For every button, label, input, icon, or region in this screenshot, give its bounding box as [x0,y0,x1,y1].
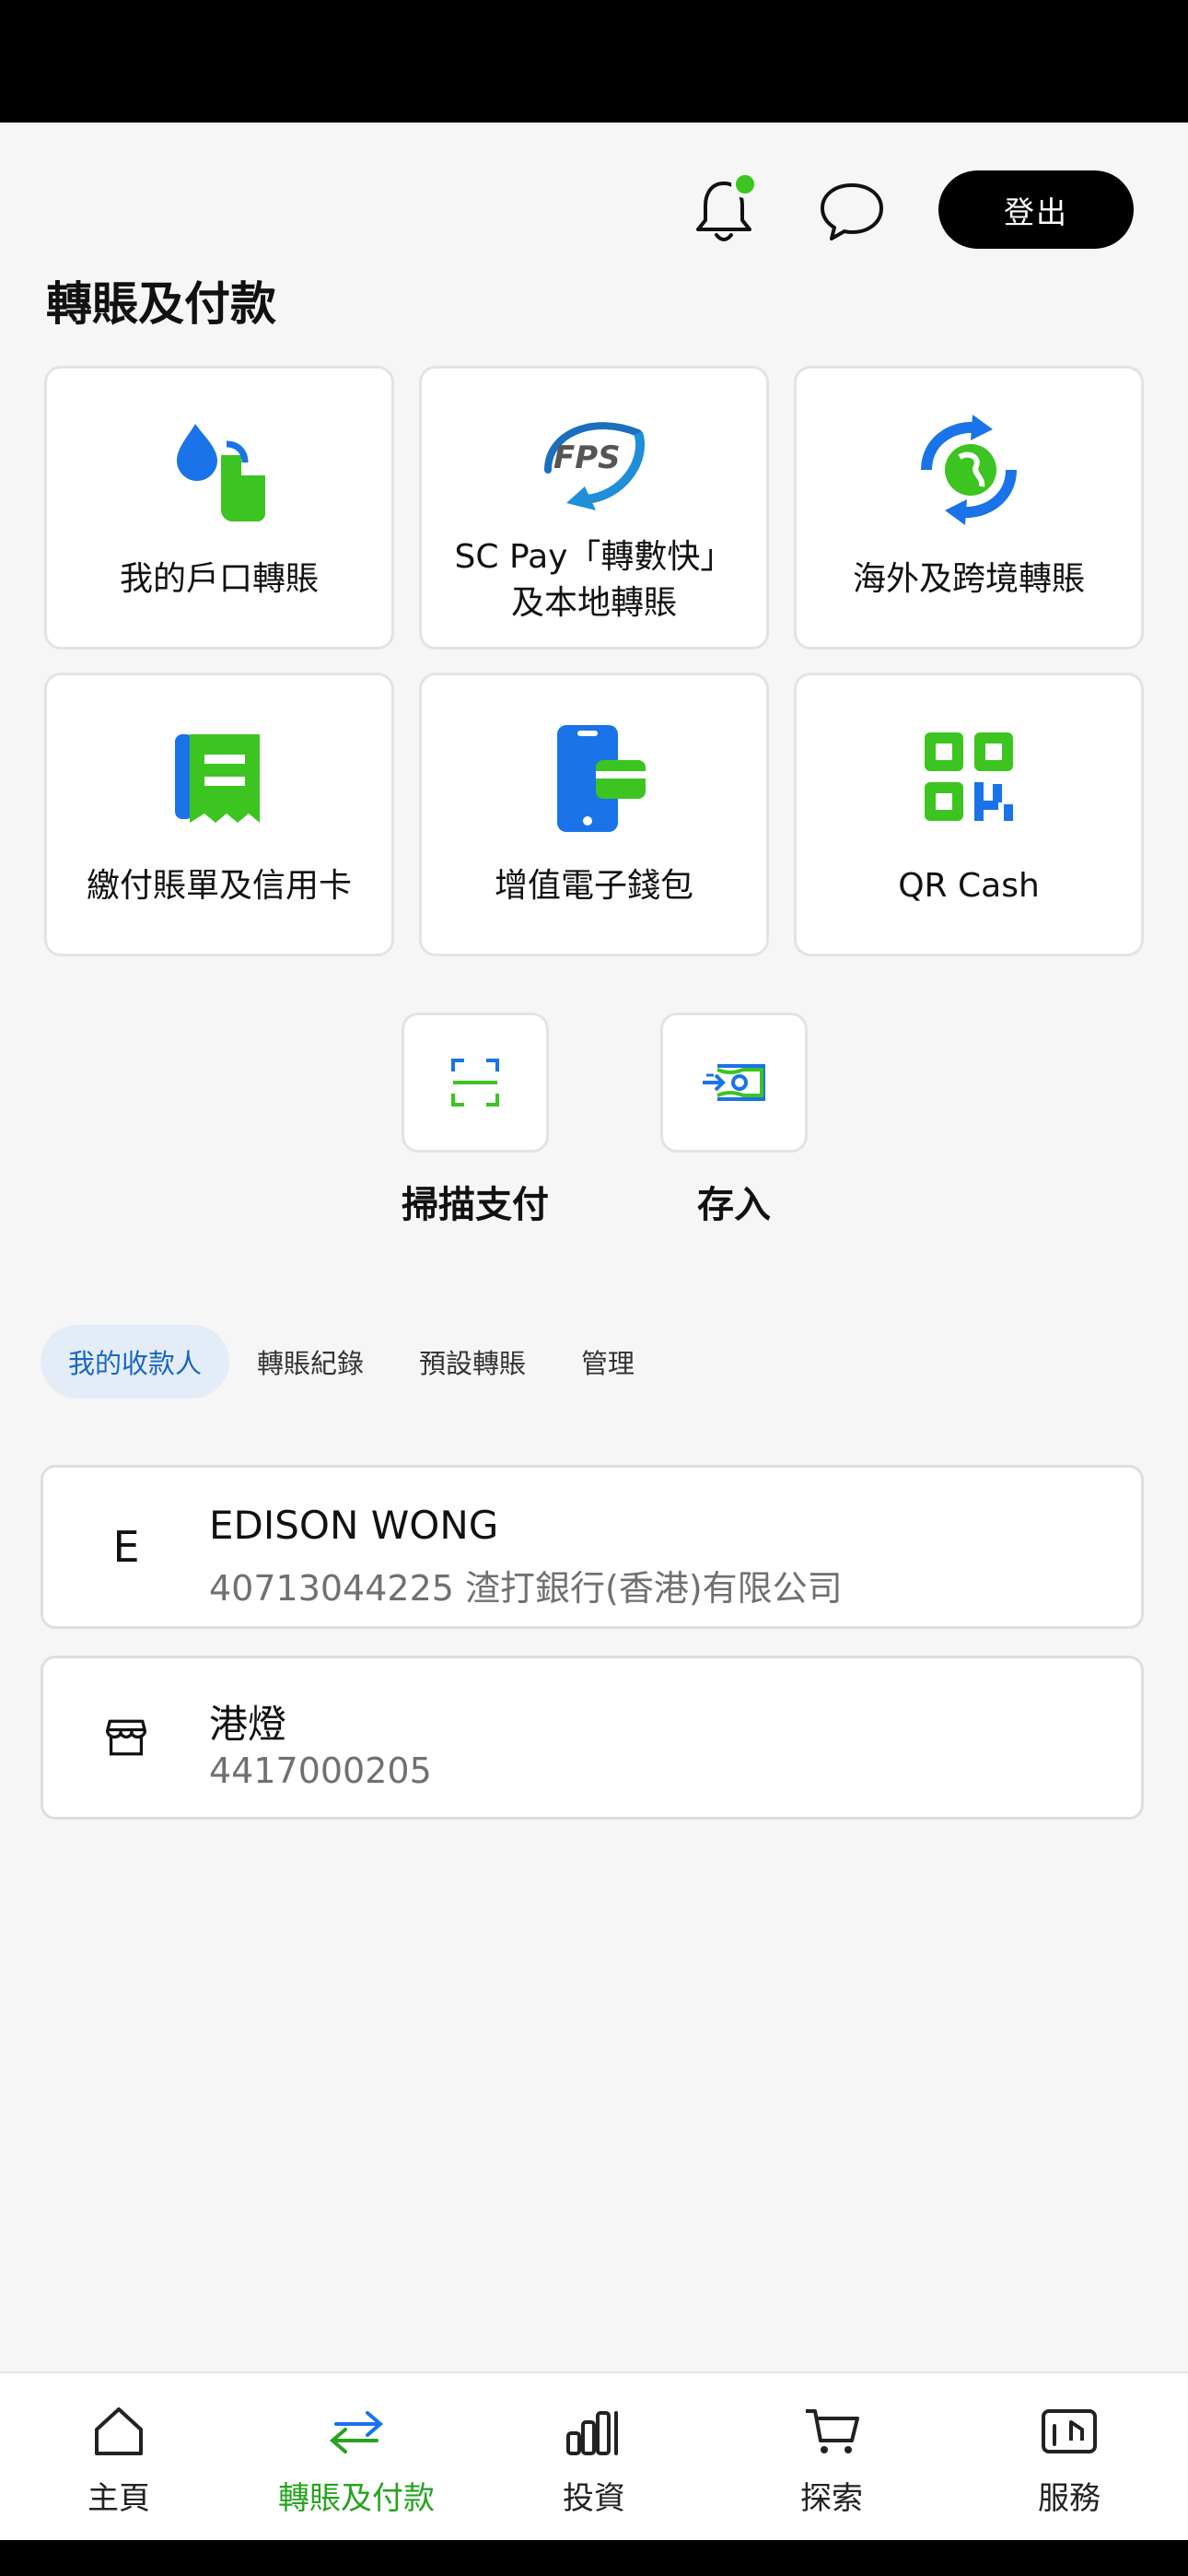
payee-card[interactable]: E EDISON WONG 40713044225 渣打銀行(香港)有限公司 [41,1465,1144,1629]
cart-icon [806,2409,859,2453]
globe-exchange-icon [921,415,1017,525]
deposit-button[interactable] [660,1013,808,1153]
payee-avatar: E [112,1522,140,1572]
top-action-bar: 登出 [0,170,1188,249]
store-icon [105,1719,147,1756]
home-icon [95,2407,143,2455]
scan-pay-button[interactable] [402,1013,549,1153]
nav-label: 主頁 [87,2480,150,2517]
water-drop-transfer-icon [177,424,265,521]
tile-label: 海外及跨境轉賬 [852,560,1085,598]
tile-label-line2: 及本地轉賬 [510,584,677,622]
chat-bubble-icon[interactable] [819,181,885,242]
tile-label: QR Cash [898,867,1040,905]
cash-deposit-icon [703,1064,765,1101]
page-title: 轉賬及付款 [46,277,276,331]
notification-dot [731,170,759,198]
tile-label: 繳付賬單及信用卡 [86,867,352,905]
qr-code-icon [925,732,1013,821]
phone-card-icon [557,725,646,832]
nav-invest[interactable]: 投資 [475,2373,713,2542]
tab-scheduled-transfers[interactable]: 預設轉賬 [391,1325,553,1399]
bottom-navigation: 主頁 轉賬及付款 投資 探索 服務 [0,2371,1188,2540]
tile-ewallet-topup[interactable]: 增值電子錢包 [419,673,769,956]
nav-services[interactable]: 服務 [950,2373,1188,2542]
tile-fps-transfer[interactable]: FPS SC Pay「轉數快」 及本地轉賬 [419,366,769,650]
nav-explore[interactable]: 探索 [713,2373,950,2542]
scan-pay-label: 掃描支付 [402,1184,549,1226]
payee-name: 港燈 [209,1702,287,1747]
tile-overseas-transfer[interactable]: 海外及跨境轉賬 [794,366,1144,650]
services-icon [1042,2409,1097,2453]
payee-account-detail: 4417000205 [209,1751,432,1791]
payee-account-detail: 40713044225 渣打銀行(香港)有限公司 [209,1568,843,1609]
tab-manage[interactable]: 管理 [553,1325,662,1399]
tile-label: 我的戶口轉賬 [119,560,319,598]
nav-label: 投資 [563,2480,625,2517]
fps-logo-icon: FPS [544,422,645,510]
tile-own-account-transfer[interactable]: 我的戶口轉賬 [44,366,394,650]
app-screen: 登出 轉賬及付款 我的戶口轉賬 FPS SC Pay「轉數快」 及本地轉賬 海外… [0,123,1188,2540]
transfer-arrows-icon [329,2411,384,2453]
bar-chart-icon [566,2411,618,2455]
nav-label: 探索 [800,2480,863,2517]
tab-my-payees[interactable]: 我的收款人 [41,1325,230,1399]
nav-transfer-payment[interactable]: 轉賬及付款 [238,2373,475,2542]
payee-tabs: 我的收款人 轉賬紀錄 預設轉賬 管理 [41,1325,662,1399]
logout-button[interactable]: 登出 [938,170,1134,249]
receipt-icon [175,734,260,823]
payee-card[interactable]: 港燈 4417000205 [41,1656,1144,1820]
payee-name: EDISON WONG [209,1503,499,1548]
tile-label: 增值電子錢包 [494,867,693,905]
deposit-label: 存入 [697,1184,771,1226]
nav-label: 服務 [1038,2480,1101,2517]
svg-text:FPS: FPS [553,439,621,476]
tab-transfer-history[interactable]: 轉賬紀錄 [229,1325,391,1399]
tile-qr-cash[interactable]: QR Cash [794,673,1144,956]
nav-home[interactable]: 主頁 [0,2373,238,2542]
scan-icon [451,1059,499,1107]
tile-bill-payment[interactable]: 繳付賬單及信用卡 [44,673,394,956]
tile-label-line1: SC Pay「轉數快」 [454,538,734,576]
nav-label: 轉賬及付款 [278,2480,435,2517]
